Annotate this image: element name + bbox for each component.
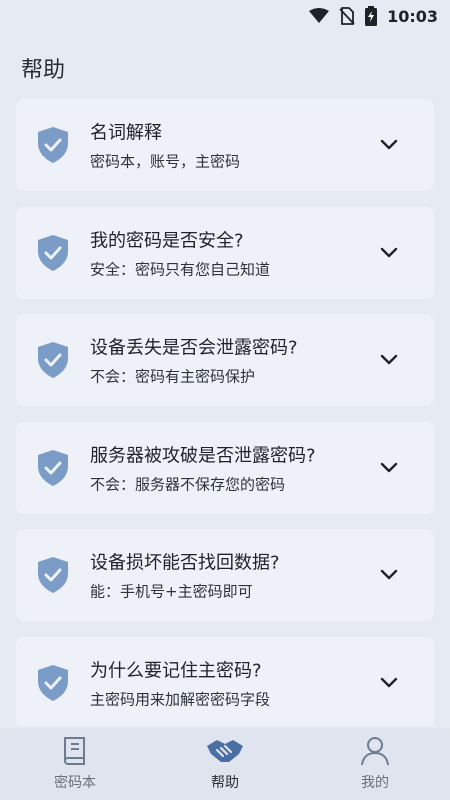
faq-answer: 主密码用来加解密密码字段 [90, 690, 271, 708]
shield-check-icon [38, 664, 68, 701]
faq-card[interactable]: 名词解释 密码本，账号，主密码 [16, 99, 434, 191]
clock: 10:03 [387, 6, 438, 26]
page-title: 帮助 [21, 58, 66, 83]
shield-check-icon [38, 449, 68, 486]
faq-question: 服务器被攻破是否泄露密码? [90, 445, 316, 466]
battery-charging-icon [365, 6, 378, 26]
faq-card[interactable]: 设备损坏能否找回数据? 能：手机号+主密码即可 [16, 529, 434, 621]
faq-question: 名词解释 [90, 122, 162, 144]
shield-check-icon [38, 557, 68, 593]
nav-label: 密码本 [54, 775, 96, 791]
nav-item-profile[interactable]: 我的 [300, 728, 450, 800]
faq-question: 为什么要记住主密码? [90, 660, 262, 681]
no-sim-icon [339, 7, 355, 25]
shield-check-icon [38, 234, 68, 271]
status-bar: 10:03 [0, 0, 450, 32]
chevron-down-icon[interactable] [380, 569, 398, 581]
wifi-icon [309, 8, 330, 23]
chevron-down-icon[interactable] [380, 462, 398, 474]
chevron-down-icon[interactable] [380, 247, 398, 259]
faq-question: 设备丢失是否会泄露密码? [90, 337, 298, 359]
faq-card[interactable]: 为什么要记住主密码? 主密码用来加解密密码字段 [16, 636, 434, 726]
book-icon [64, 737, 85, 765]
faq-question: 设备损坏能否找回数据? [90, 552, 280, 574]
chevron-down-icon[interactable] [380, 139, 398, 151]
faq-answer: 能：手机号+主密码即可 [90, 582, 253, 601]
chevron-down-icon[interactable] [380, 354, 398, 366]
faq-answer: 不会：密码有主密码保护 [90, 367, 256, 386]
shield-check-icon [38, 342, 68, 378]
faq-card[interactable]: 设备丢失是否会泄露密码? 不会：密码有主密码保护 [16, 314, 434, 406]
faq-answer: 不会：服务器不保存您的密码 [90, 475, 286, 493]
nav-item-help[interactable]: 帮助 [150, 728, 300, 800]
faq-card[interactable]: 服务器被攻破是否泄露密码? 不会：服务器不保存您的密码 [16, 421, 434, 514]
nav-label: 我的 [361, 775, 389, 791]
faq-card[interactable]: 我的密码是否安全? 安全：密码只有您自己知道 [16, 206, 434, 299]
chevron-down-icon[interactable] [380, 677, 398, 689]
nav-item-passwords[interactable]: 密码本 [0, 728, 150, 800]
faq-question: 我的密码是否安全? [90, 230, 244, 251]
faq-answer: 密码本，账号，主密码 [90, 152, 241, 171]
nav-label: 帮助 [211, 775, 239, 791]
faq-list: 名词解释 密码本，账号，主密码 我的密码是否安全? 安全：密码只有您自己知道 设… [16, 99, 434, 726]
person-icon [361, 737, 389, 766]
faq-answer: 安全：密码只有您自己知道 [90, 260, 271, 278]
handshake-icon [207, 740, 243, 762]
bottom-nav: 密码本 帮助 我的 [0, 728, 450, 800]
shield-check-icon [38, 127, 68, 163]
